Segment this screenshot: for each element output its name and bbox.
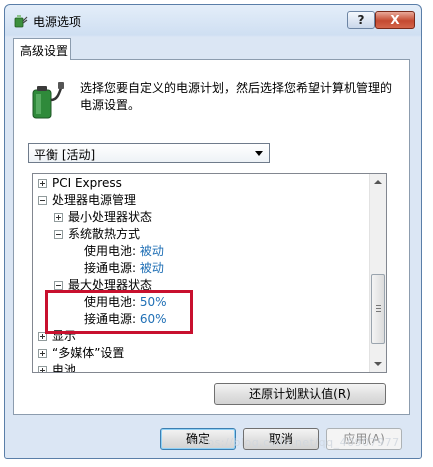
power-plan-select[interactable]: 平衡 [活动] [28, 143, 270, 163]
tree-item-label: 处理器电源管理 [52, 193, 137, 207]
tree-item-cooling-battery[interactable]: 使用电池: 被动 [84, 243, 164, 260]
power-plan-selected-value: 平衡 [活动] [34, 148, 96, 162]
tree-item-multimedia[interactable]: “多媒体”设置 [38, 345, 124, 362]
expand-plus-icon[interactable] [38, 366, 47, 372]
collapse-minus-icon[interactable] [38, 196, 47, 205]
collapse-minus-icon[interactable] [54, 281, 63, 290]
plan-description: 选择您要自定义的电源计划，然后选择您希望计算机管理的电源设置。 [80, 81, 393, 112]
tab-advanced-settings[interactable]: 高级设置 [13, 38, 71, 60]
tree-item-label: PCI Express [52, 176, 122, 190]
grip-line [376, 305, 381, 306]
tree-item-cooling-policy[interactable]: 系统散热方式 [54, 226, 140, 243]
title-bar[interactable]: 电源选项 ? X [5, 5, 421, 35]
tree-item-min-processor-state[interactable]: 最小处理器状态 [54, 209, 152, 226]
setting-label: 使用电池: [84, 244, 137, 258]
tree-item-label: “多媒体”设置 [52, 346, 125, 360]
setting-value-link[interactable]: 被动 [140, 261, 164, 275]
settings-tree-content: PCI Express 处理器电源管理 最小处理器状态 系统散热方式 使用电池:… [33, 174, 370, 373]
tree-item-cooling-plugged[interactable]: 接通电源: 被动 [84, 260, 164, 277]
settings-tree[interactable]: PCI Express 处理器电源管理 最小处理器状态 系统散热方式 使用电池:… [32, 173, 387, 373]
watermark-text: https://blog.csdn.net/qq_40907977 [190, 436, 400, 449]
chevron-down-icon[interactable] [255, 151, 263, 156]
expand-plus-icon[interactable] [38, 179, 47, 188]
grip-line [376, 311, 381, 312]
tree-item-pci-express[interactable]: PCI Express [38, 175, 122, 192]
annotation-highlight-box [45, 290, 193, 334]
help-button[interactable]: ? [347, 11, 375, 29]
setting-label: 接通电源: [84, 261, 137, 275]
tree-scrollbar[interactable] [369, 174, 386, 372]
scroll-down-arrow-icon[interactable] [374, 362, 382, 366]
setting-value-link[interactable]: 被动 [140, 244, 164, 258]
battery-plug-icon [32, 82, 64, 119]
tree-item-battery[interactable]: 电池 [38, 362, 77, 373]
tree-item-label: 最小处理器状态 [68, 210, 153, 224]
tree-item-processor-power[interactable]: 处理器电源管理 [38, 192, 136, 209]
scroll-up-arrow-icon[interactable] [374, 180, 382, 184]
window-title: 电源选项 [33, 15, 82, 29]
power-options-icon [14, 15, 28, 28]
restore-defaults-button[interactable]: 还原计划默认值(R) [214, 383, 386, 405]
grip-line [376, 308, 381, 309]
scrollbar-thumb[interactable] [371, 274, 385, 344]
tree-item-label: 电池 [52, 363, 77, 373]
collapse-minus-icon[interactable] [54, 230, 63, 239]
expand-plus-icon[interactable] [54, 213, 63, 222]
expand-plus-icon[interactable] [38, 349, 47, 358]
tree-item-label: 系统散热方式 [68, 227, 141, 241]
close-button[interactable]: X [375, 11, 415, 29]
